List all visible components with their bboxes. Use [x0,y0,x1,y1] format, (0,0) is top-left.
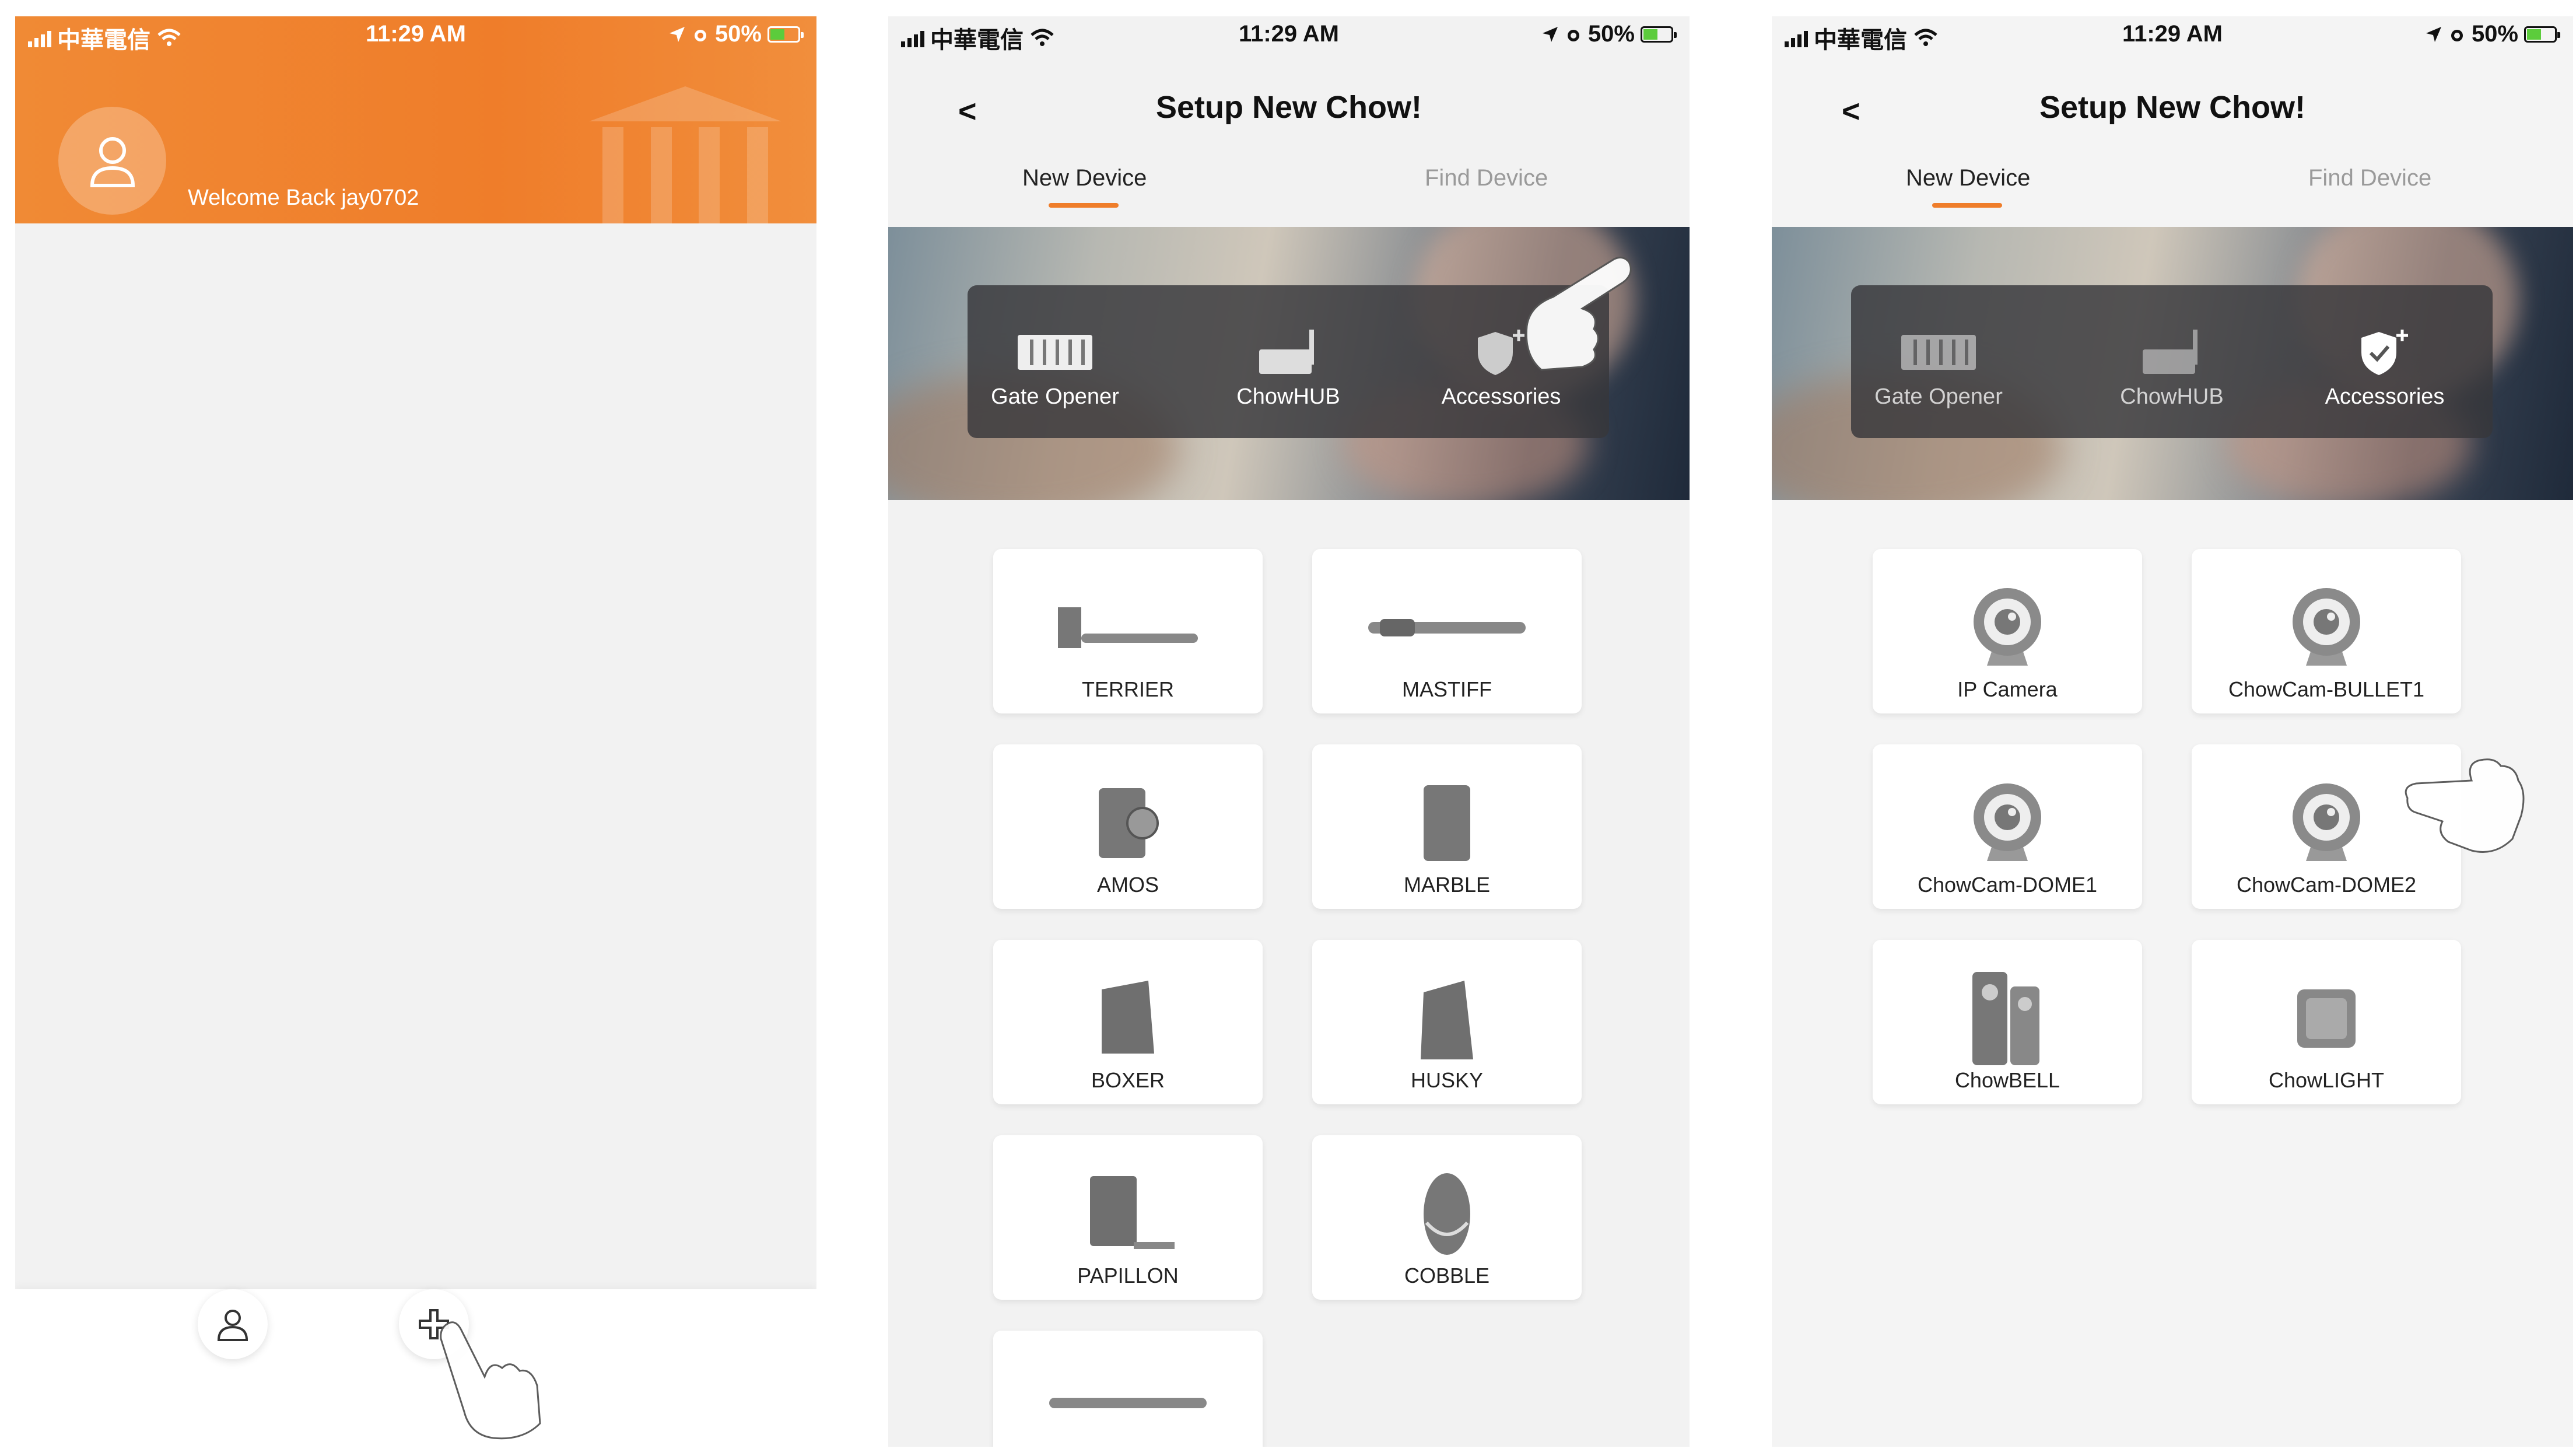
device-card-papillon[interactable]: PAPILLON [993,1135,1263,1300]
page-title: Setup New Chow! [1156,90,1422,125]
husky-device-icon [1421,981,1473,1059]
device-label: HUSKY [1410,1068,1484,1092]
category-label: Gate Opener [991,384,1119,409]
category-banner: Gate Opener ChowHUB Accessories [1772,227,2573,500]
device-label: TERRIER [1081,677,1174,701]
camera-icon [1974,588,2041,666]
tab-indicator [1932,203,2002,208]
user-icon [217,1310,248,1341]
status-bar: 中華電信 11:29 AM 50% [1772,16,2573,54]
device-card-amos[interactable]: AMOS [993,744,1263,909]
bottom-bar [15,1289,816,1447]
pointing-hand-icon [440,1321,541,1440]
device-card-chowlight[interactable]: ChowLIGHT [2192,940,2461,1104]
profile-button[interactable] [198,1289,268,1359]
setup-screen-accessories: 中華電信 11:29 AM 50% < Setup New Chow! New … [1772,16,2573,1447]
device-card-chowcam-dome1[interactable]: ChowCam-DOME1 [1873,744,2142,909]
status-bar: 中華電信 11:29 AM 50% [888,16,1690,54]
category-label: ChowHUB [2120,384,2224,409]
home-screen: 中華電信 11:29 AM 50% Welcome Back jay0702 [15,16,816,1447]
location-arrow-icon [1542,26,1558,42]
category-label: ChowHUB [1236,384,1340,409]
home-header: 中華電信 11:29 AM 50% Welcome Back jay0702 [15,16,816,223]
device-label: ChowBELL [1954,1068,2060,1092]
pointing-hand-icon [1525,256,1632,371]
amos-device-icon [1099,788,1159,858]
bank-watermark-icon [589,86,781,223]
mastiff-device-icon [1368,619,1526,636]
gate-opener-icon [1901,335,1976,370]
category-chowhub[interactable]: ChowHUB [1201,326,1376,410]
camera-icon [2293,783,2360,861]
location-arrow-icon [669,26,685,42]
device-label: MARBLE [1403,873,1491,897]
chowhub-icon [1259,330,1314,374]
battery-charging-icon [2524,26,2560,43]
shield-plus-icon [2361,330,2408,375]
marble-device-icon [1424,785,1470,861]
device-card-terrier[interactable]: TERRIER [993,549,1263,713]
device-label: ChowCam-DOME2 [2236,873,2417,897]
device-label: IP Camera [1957,677,2058,701]
gate-opener-icon [1018,335,1092,370]
category-panel: Gate Opener ChowHUB Accessories [1851,285,2493,438]
device-label: BOXER [1091,1068,1165,1092]
tab-new-device[interactable]: New Device [1906,165,2030,191]
page-title: Setup New Chow! [2039,90,2305,125]
tab-find-device[interactable]: Find Device [1425,165,1548,191]
linear-actuator-icon [1049,1398,1207,1408]
camera-icon [2293,588,2360,666]
battery-percent: 50% [2471,21,2518,47]
alarm-icon [1567,29,1579,41]
category-chowhub[interactable]: ChowHUB [2084,326,2259,410]
category-label: Gate Opener [1874,384,2003,409]
doorbell-icon [1972,972,2039,1065]
alarm-icon [694,29,706,41]
device-label: ChowCam-DOME1 [1917,873,2098,897]
device-label: PAPILLON [1077,1264,1179,1287]
battery-charging-icon [1641,26,1677,43]
status-bar: 中華電信 11:29 AM 50% [15,16,816,54]
papillon-device-icon [1090,1176,1175,1249]
tab-find-device[interactable]: Find Device [2308,165,2431,191]
terrier-device-icon [1058,607,1198,648]
device-card-cobble[interactable]: COBBLE [1312,1135,1582,1300]
device-card-ip-camera[interactable]: IP Camera [1873,549,2142,713]
device-label: ChowLIGHT [2268,1068,2385,1092]
welcome-text: Welcome Back jay0702 [188,186,419,210]
chowhub-icon [2143,330,2198,374]
avatar[interactable] [58,107,166,215]
device-card-marble[interactable]: MARBLE [1312,744,1582,909]
boxer-device-icon [1102,981,1154,1054]
tab-indicator [1049,203,1119,208]
device-card-chowbell[interactable]: ChowBELL [1873,940,2142,1104]
category-gate-opener[interactable]: Gate Opener [968,326,1142,410]
alarm-icon [2451,29,2463,41]
user-icon [90,137,135,187]
category-accessories[interactable]: Accessories [2297,326,2472,410]
device-label: MASTIFF [1402,677,1492,701]
light-icon [2297,989,2356,1048]
category-label: Accessories [1441,384,1561,409]
device-label: AMOS [1096,873,1159,897]
device-card-husky[interactable]: HUSKY [1312,940,1582,1104]
device-label: ChowCam-BULLET1 [2228,677,2425,701]
category-banner: Gate Opener ChowHUB Accessories [888,227,1690,500]
pointing-hand-icon [2405,758,2525,853]
tab-new-device[interactable]: New Device [1022,165,1147,191]
device-card-chowcam-bullet1[interactable]: ChowCam-BULLET1 [2192,549,2461,713]
device-label: COBBLE [1404,1264,1490,1287]
setup-screen-gate: 中華電信 11:29 AM 50% < Setup New Chow! New … [888,16,1690,1447]
category-gate-opener[interactable]: Gate Opener [1851,326,2026,410]
category-label: Accessories [2325,384,2445,409]
cobble-device-icon [1424,1173,1470,1255]
location-arrow-icon [2426,26,2441,42]
device-card-mastiff[interactable]: MASTIFF [1312,549,1582,713]
device-card-partial[interactable] [993,1331,1263,1447]
device-card-boxer[interactable]: BOXER [993,940,1263,1104]
battery-percent: 50% [1587,21,1635,47]
battery-charging-icon [767,26,804,43]
battery-percent: 50% [714,21,762,47]
camera-icon [1974,783,2041,861]
